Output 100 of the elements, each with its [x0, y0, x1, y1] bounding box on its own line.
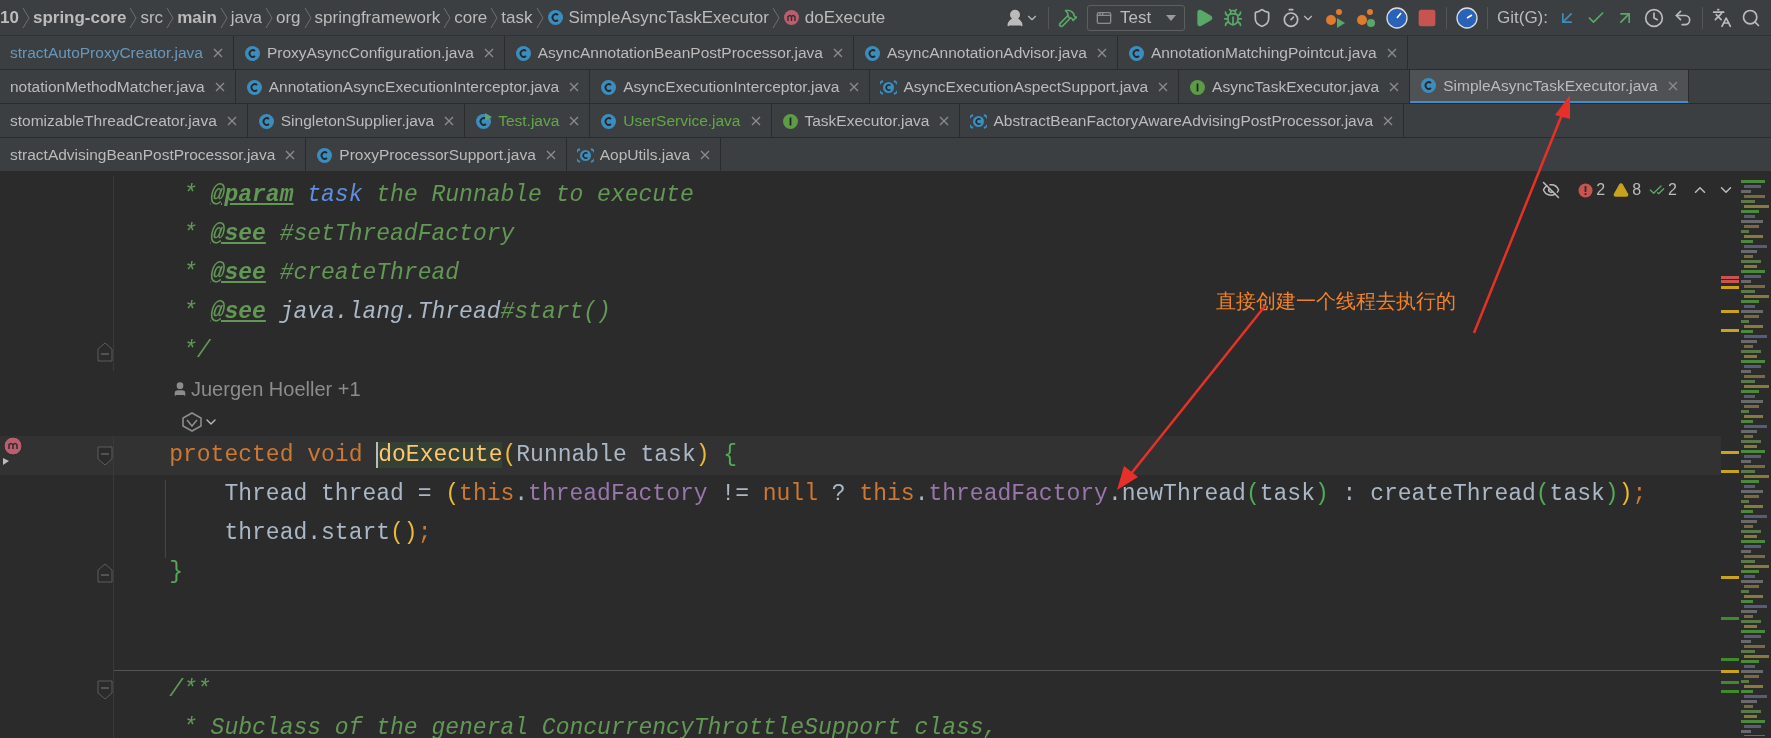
profile-menu[interactable] [1281, 7, 1315, 28]
tab-label: AsyncAnnotationBeanPostProcessor.java [537, 43, 823, 64]
close-icon[interactable] [213, 48, 223, 58]
build-icon[interactable] [1058, 7, 1078, 28]
molecule-debug-icon[interactable] [1355, 7, 1377, 28]
breadcrumb[interactable]: 10 [0, 4, 19, 31]
code-vision-icon[interactable] [181, 411, 203, 432]
debug-icon[interactable] [1223, 7, 1243, 28]
tab-label: Test.java [498, 111, 560, 132]
fold-icon[interactable] [96, 445, 113, 466]
tab-label: AsyncAnnotationAdvisor.java [886, 43, 1087, 64]
code-line: */ [182, 337, 211, 366]
breadcrumb[interactable]: task [501, 4, 533, 31]
fold-icon[interactable] [96, 562, 113, 583]
class-icon [1420, 77, 1438, 94]
close-icon[interactable] [483, 48, 494, 58]
breadcrumb[interactable]: org [276, 4, 301, 31]
gauge-icon[interactable] [1386, 6, 1408, 29]
tab-label: stomizableThreadCreator.java [10, 111, 217, 132]
close-icon[interactable] [1386, 48, 1397, 58]
molecule-run-icon[interactable] [1324, 7, 1346, 28]
class-icon [316, 146, 334, 164]
code-line: Thread thread = (this.threadFactory != null ? this.threadFactory.newThread(task) : createThread(task)); [223, 480, 1647, 509]
tab-label: UserService.java [623, 111, 741, 132]
close-icon[interactable] [1667, 80, 1678, 91]
caret-icon [1166, 14, 1176, 21]
close-icon[interactable] [226, 116, 237, 126]
breadcrumb[interactable]: SimpleAsyncTaskExecutor [546, 4, 769, 31]
run-config-dropdown[interactable]: Test [1087, 4, 1185, 31]
close-icon[interactable] [849, 82, 860, 92]
breadcrumb-separator-icon [21, 6, 30, 29]
error-icon [1578, 182, 1594, 198]
close-icon[interactable] [285, 150, 296, 160]
code-line: * @see #createThread [182, 259, 460, 288]
error-count[interactable]: 2 [1578, 178, 1606, 202]
breadcrumb[interactable]: spring-core [32, 4, 127, 31]
warning-count[interactable]: 8 [1613, 178, 1642, 202]
fold-icon[interactable] [96, 679, 113, 700]
window-icon [1096, 9, 1112, 26]
class-icon [546, 9, 564, 26]
class-icon [1127, 44, 1145, 62]
breadcrumb-separator-icon [443, 6, 452, 29]
class-icon [600, 78, 618, 96]
annotation-text: 直接创建一个线程去执行的 [1216, 289, 1456, 314]
tab-label: AnnotationAsyncExecutionInterceptor.java [268, 77, 560, 98]
class-icon [245, 78, 263, 96]
gauge-icon[interactable] [1456, 6, 1478, 29]
undo-icon[interactable] [1673, 7, 1693, 28]
tab-label: AsyncExecutionAspectSupport.java [903, 77, 1149, 98]
user-icon [1005, 7, 1025, 28]
close-icon[interactable] [569, 116, 580, 126]
breadcrumb[interactable]: java [230, 4, 262, 31]
class-icon [514, 44, 532, 62]
breadcrumb[interactable]: main [177, 4, 217, 31]
close-icon[interactable] [1096, 48, 1107, 58]
weak-warning-count[interactable]: 2 [1649, 178, 1677, 202]
hide-icon[interactable] [1542, 181, 1561, 199]
abstract-class-icon [576, 146, 594, 164]
close-icon[interactable] [1158, 82, 1169, 92]
method-icon [782, 9, 800, 26]
class-icon [257, 112, 275, 130]
close-icon[interactable] [545, 150, 556, 160]
code-line: protected void doExecute(Runnable task) { [168, 441, 738, 470]
tab-label: AbstractBeanFactoryAwareAdvisingPostProcessor.java [993, 111, 1374, 132]
tab-label: AopUtils.java [599, 145, 691, 166]
tab-label: AsyncExecutionInterceptor.java [623, 77, 840, 98]
tab-label: AsyncTaskExecutor.java [1212, 77, 1380, 98]
tab-label: notationMethodMatcher.java [10, 77, 205, 98]
close-icon[interactable] [832, 48, 843, 58]
breadcrumb[interactable]: core [454, 4, 488, 31]
history-icon[interactable] [1644, 7, 1664, 28]
code-line: * @param task the Runnable to execute [182, 181, 694, 210]
stop-icon[interactable] [1417, 7, 1437, 28]
close-icon[interactable] [939, 116, 950, 126]
user-menu[interactable] [1005, 7, 1039, 28]
abstract-class-icon [970, 112, 988, 130]
method-marker-icon[interactable] [2, 435, 24, 466]
close-icon[interactable] [700, 150, 711, 160]
close-icon[interactable] [750, 116, 761, 126]
breadcrumb[interactable]: src [140, 4, 164, 31]
run-icon[interactable] [1194, 7, 1214, 28]
fold-icon[interactable] [96, 341, 113, 362]
close-icon[interactable] [569, 82, 580, 92]
close-icon[interactable] [214, 82, 225, 92]
close-icon[interactable] [1389, 82, 1400, 92]
translate-icon[interactable] [1712, 7, 1732, 28]
breadcrumb-separator-icon [166, 6, 175, 29]
coverage-icon[interactable] [1252, 7, 1272, 28]
tab-label: SimpleAsyncTaskExecutor.java [1443, 75, 1658, 96]
tab-label: ProxyProcessorSupport.java [339, 145, 536, 166]
breadcrumb[interactable]: doExecute [782, 4, 886, 31]
search-icon[interactable] [1741, 7, 1761, 28]
vcs-label: Git(G): [1497, 6, 1548, 29]
tab-label: AnnotationMatchingPointcut.java [1150, 43, 1377, 64]
editor-tab[interactable]: SimpleAsyncTaskExecutor.java [1410, 70, 1689, 103]
breadcrumb[interactable]: springframework [314, 4, 441, 31]
code-line: thread.start(); [223, 519, 432, 548]
author-inlay[interactable]: Juergen Hoeller +1 [172, 374, 361, 404]
close-icon[interactable] [444, 116, 455, 126]
close-icon[interactable] [1383, 116, 1394, 126]
